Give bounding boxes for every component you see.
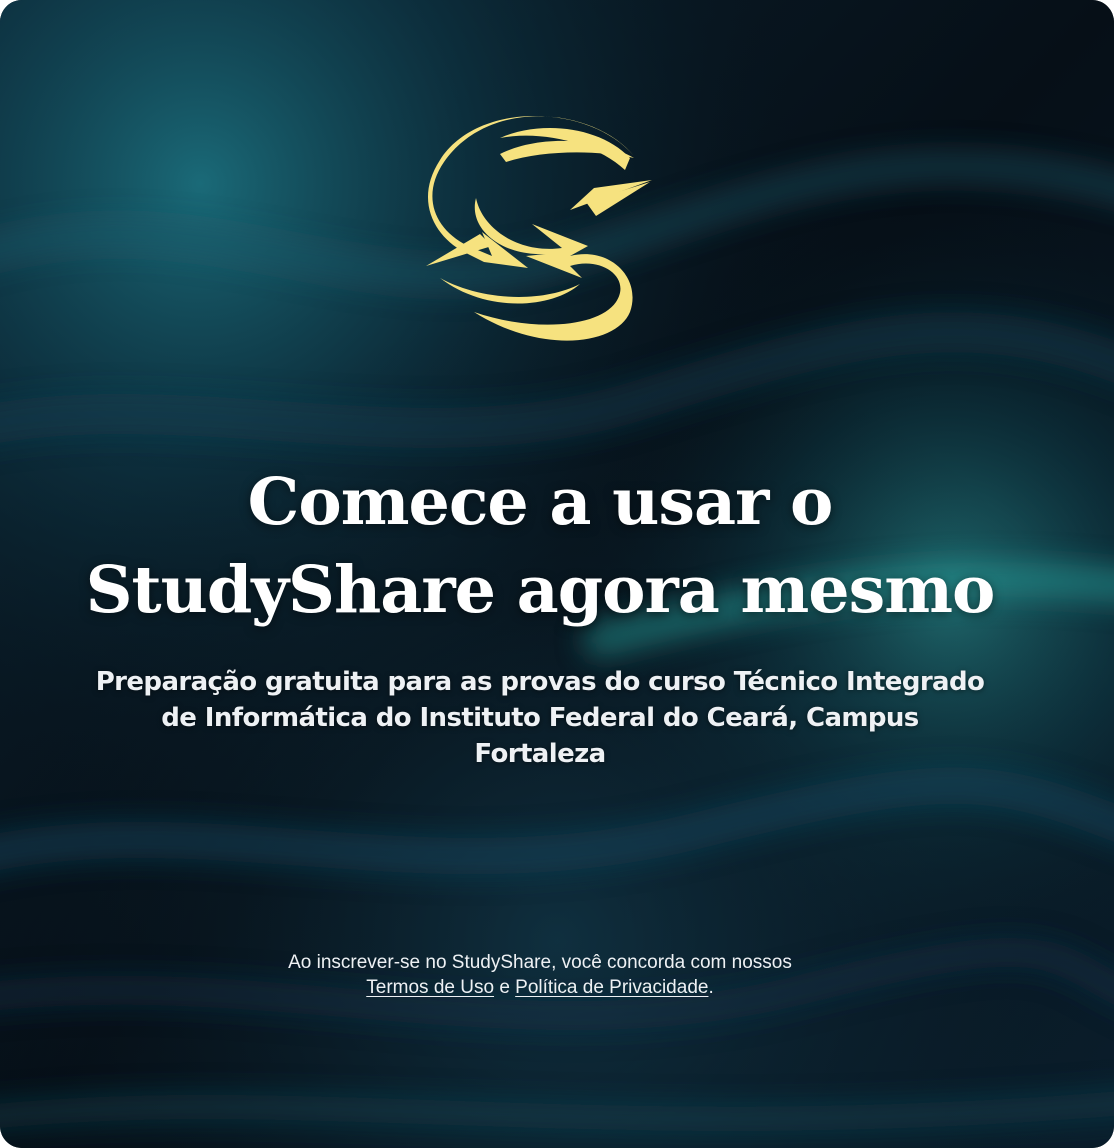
legal-notice: Ao inscrever-se no StudyShare, você conc… [220,950,860,1000]
title-line-1: Comece a usar o [247,464,834,540]
studyshare-logo-icon [426,116,652,341]
page-subtitle: Preparação gratuita para as provas do cu… [95,667,985,769]
privacy-policy-link[interactable]: Política de Privacidade [515,977,708,998]
page-title: Comece a usar o StudyShare agora mesmo [0,458,1080,634]
signup-panel: Comece a usar o StudyShare agora mesmo P… [0,0,1114,1148]
legal-prefix: Ao inscrever-se no StudyShare, você conc… [288,952,792,973]
legal-conjunction: e [499,977,510,998]
terms-of-use-link[interactable]: Termos de Uso [366,977,494,998]
title-line-2: StudyShare agora mesmo [85,552,996,628]
legal-suffix: . [708,977,714,998]
